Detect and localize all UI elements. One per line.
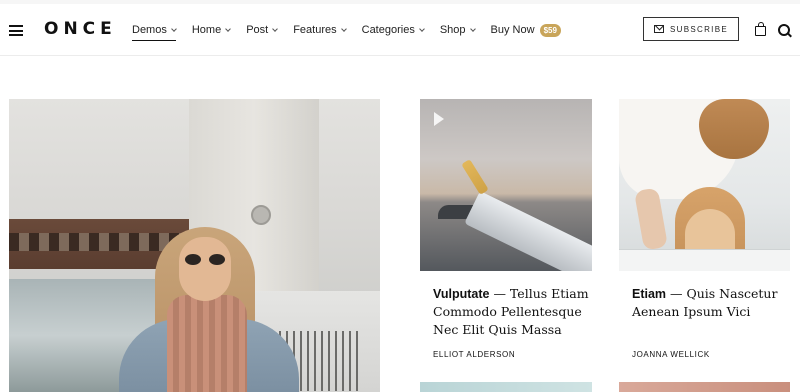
site-header: ONCE Demos Home Post Features Categories… bbox=[0, 4, 800, 56]
mail-icon bbox=[654, 25, 665, 33]
image-sunglasses bbox=[183, 254, 227, 266]
hamburger-icon[interactable] bbox=[9, 25, 23, 36]
nav-item-shop[interactable]: Shop bbox=[439, 22, 476, 38]
price-badge: $59 bbox=[539, 23, 561, 37]
post-title-bold: Vulputate bbox=[433, 287, 490, 301]
nav-item-label: Shop bbox=[439, 24, 466, 36]
nav-item-label: Categories bbox=[361, 24, 415, 36]
featured-post-image[interactable] bbox=[9, 99, 380, 392]
post-author[interactable]: JOANNA WELLICK bbox=[632, 350, 710, 359]
image-woman-face bbox=[179, 237, 231, 301]
shopping-bag-icon[interactable] bbox=[755, 22, 766, 36]
post-title[interactable]: Vulputate — Tellus Etiam Commodo Pellent… bbox=[433, 285, 593, 339]
nav-item-post[interactable]: Post bbox=[246, 22, 279, 38]
image-woman-scarf bbox=[167, 295, 247, 392]
post-image-dog[interactable] bbox=[619, 99, 790, 271]
image-hair bbox=[699, 99, 769, 159]
post-author[interactable]: ELLIOT ALDERSON bbox=[433, 350, 515, 359]
nav-item-label: Home bbox=[191, 24, 222, 36]
post-title-bold: Etiam bbox=[632, 287, 667, 301]
chevron-down-icon bbox=[272, 25, 279, 32]
post-image-airplane[interactable] bbox=[420, 99, 592, 271]
subscribe-label: SUBSCRIBE bbox=[670, 24, 728, 34]
nav-item-buy-now[interactable]: Buy Now $59 bbox=[491, 22, 561, 38]
nav-item-label: Buy Now bbox=[490, 24, 535, 36]
nav-item-categories[interactable]: Categories bbox=[361, 22, 425, 38]
chevron-down-icon bbox=[469, 25, 476, 32]
subscribe-button[interactable]: SUBSCRIBE bbox=[643, 17, 739, 41]
post-title[interactable]: Etiam — Quis Nascetur Aenean Ipsum Vici bbox=[632, 285, 792, 321]
chevron-down-icon bbox=[171, 25, 177, 32]
chevron-down-icon bbox=[340, 25, 347, 32]
image-clock bbox=[251, 205, 271, 225]
post-image-next[interactable] bbox=[619, 382, 790, 392]
nav-item-features[interactable]: Features bbox=[293, 22, 347, 38]
nav-item-label: Post bbox=[246, 24, 269, 36]
post-image-next[interactable] bbox=[420, 382, 592, 392]
chevron-down-icon bbox=[225, 25, 232, 32]
search-icon[interactable] bbox=[778, 24, 792, 38]
image-tub bbox=[619, 249, 790, 271]
chevron-down-icon bbox=[418, 25, 425, 32]
nav-item-label: Demos bbox=[132, 24, 167, 36]
site-logo[interactable]: ONCE bbox=[44, 19, 117, 39]
image-winglet bbox=[461, 159, 489, 195]
play-icon[interactable] bbox=[434, 112, 444, 126]
nav-item-label: Features bbox=[293, 24, 337, 36]
nav-item-demos[interactable]: Demos bbox=[132, 22, 177, 41]
nav-item-home[interactable]: Home bbox=[191, 22, 232, 38]
main-nav: Demos Home Post Features Categories Shop… bbox=[132, 22, 577, 41]
image-wing bbox=[464, 191, 592, 271]
